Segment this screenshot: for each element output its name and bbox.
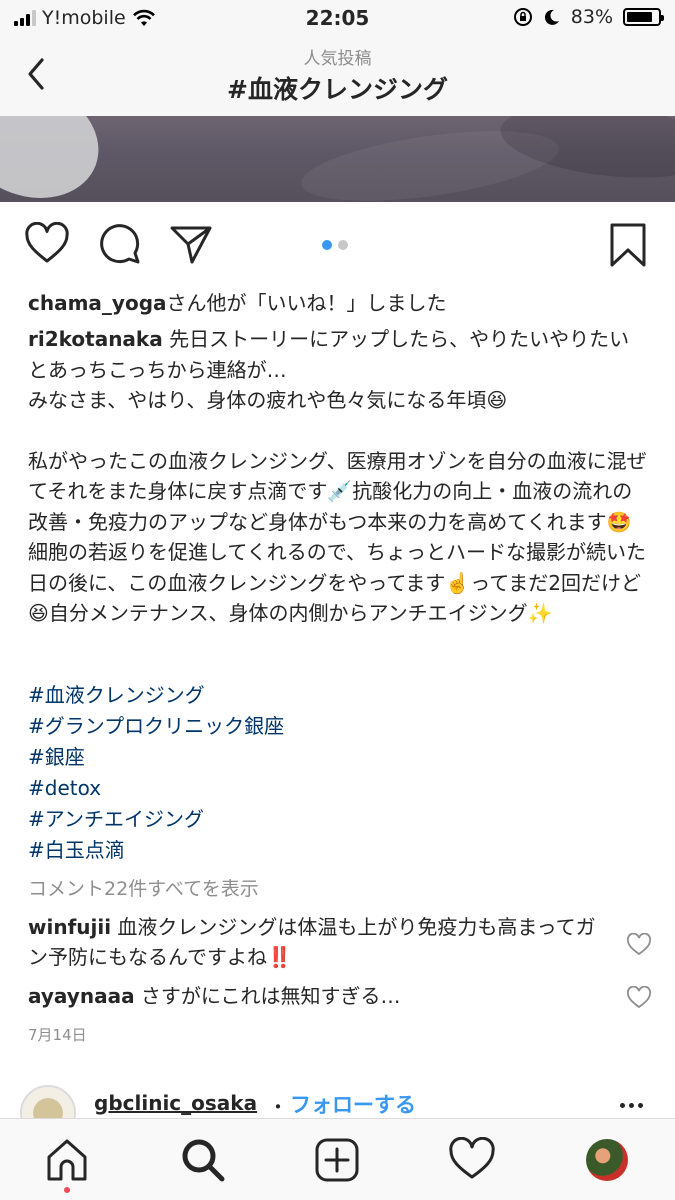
nav-subtitle: 人気投稿	[303, 49, 372, 69]
hashtag-list: #血液クレンジング #グランプロクリニック銀座 #銀座 #detox #アンチエ…	[28, 680, 648, 866]
activity-heart-icon[interactable]	[448, 1137, 496, 1183]
bookmark-icon[interactable]	[608, 222, 648, 268]
nav-header: 人気投稿 #血液クレンジング	[0, 36, 675, 116]
caption-para3: 細胞の若返りを促進してくれるので、ちょっとハードな撮影が続いた日の後に、この血液…	[28, 540, 646, 625]
home-icon[interactable]	[44, 1137, 90, 1183]
status-right: 83%	[513, 6, 664, 28]
comment-like-heart-icon[interactable]	[626, 933, 652, 957]
hashtag-link[interactable]: #白玉点滴	[28, 835, 648, 866]
comment-user[interactable]: winfujii	[28, 915, 111, 939]
profile-avatar[interactable]	[586, 1139, 628, 1181]
hashtag-link[interactable]: #血液クレンジング	[28, 680, 648, 711]
caption-user[interactable]: ri2kotanaka	[28, 327, 163, 351]
share-icon[interactable]	[168, 222, 214, 266]
next-post-header: gbclinic_osaka ・ フォローする	[0, 1083, 675, 1141]
notification-dot	[64, 1187, 70, 1193]
post-date: 7月14日	[28, 1026, 87, 1044]
hashtag-link[interactable]: #グランプロクリニック銀座	[28, 711, 648, 742]
comment-text: 血液クレンジングは体温も上がり免疫力も高まってガン予防にもなるんですよね‼️	[28, 915, 596, 969]
status-bar: Y!mobile 22:05 83%	[0, 0, 675, 36]
carousel-dot	[322, 240, 332, 250]
likes-user[interactable]: chama_yoga	[28, 291, 167, 315]
add-post-icon[interactable]	[314, 1137, 360, 1183]
follow-button[interactable]: フォローする	[290, 1089, 416, 1119]
carousel-indicator	[322, 240, 348, 250]
next-post-user[interactable]: gbclinic_osaka	[94, 1091, 257, 1115]
view-all-comments-link[interactable]: コメント22件すべてを表示	[28, 874, 648, 904]
hashtag-link[interactable]: #detox	[28, 773, 648, 804]
likes-text: さん他が「いいね！」しました	[166, 291, 447, 315]
post-image[interactable]	[0, 116, 675, 202]
bottom-tab-bar	[0, 1118, 675, 1200]
orientation-lock-icon	[513, 8, 532, 26]
search-icon[interactable]	[180, 1137, 226, 1183]
more-options-icon[interactable]	[620, 1103, 643, 1108]
comment-user[interactable]: ayaynaaa	[28, 984, 135, 1008]
page-title: #血液クレンジング	[227, 75, 448, 104]
hashtag-link[interactable]: #アンチエイジング	[28, 804, 648, 835]
hashtag-link[interactable]: #銀座	[28, 742, 648, 773]
caption-para2: 私がやったこの血液クレンジング、医療用オゾンを自分の血液に混ぜてそれをまた身体に…	[28, 448, 647, 534]
comment-like-heart-icon[interactable]	[626, 986, 652, 1010]
likes-line: chama_yogaさん他が「いいね！」しました	[28, 288, 648, 318]
comment-text: さすがにこれは無知すぎる…	[134, 984, 401, 1008]
battery-level	[627, 12, 652, 22]
battery-percent: 83%	[570, 6, 613, 28]
comment-item: winfujii 血液クレンジングは体温も上がり免疫力も高まってガン予防にもなる…	[28, 912, 608, 972]
separator: ・	[268, 1095, 288, 1119]
moon-icon	[544, 9, 559, 25]
caption-line2: みなさま、やはり、身体の疲れや色々気になる年頃😆	[28, 388, 508, 412]
carousel-dot	[338, 240, 348, 250]
comment-icon[interactable]	[98, 222, 142, 266]
post-action-bar	[0, 218, 675, 274]
like-heart-icon[interactable]	[24, 222, 70, 266]
comment-item: ayaynaaa さすがにこれは無知すぎる…	[28, 981, 608, 1011]
battery-icon	[623, 8, 664, 26]
post-caption: ri2kotanaka 先日ストーリーにアップしたら、やりたいやりたいとあっちこ…	[28, 324, 648, 629]
